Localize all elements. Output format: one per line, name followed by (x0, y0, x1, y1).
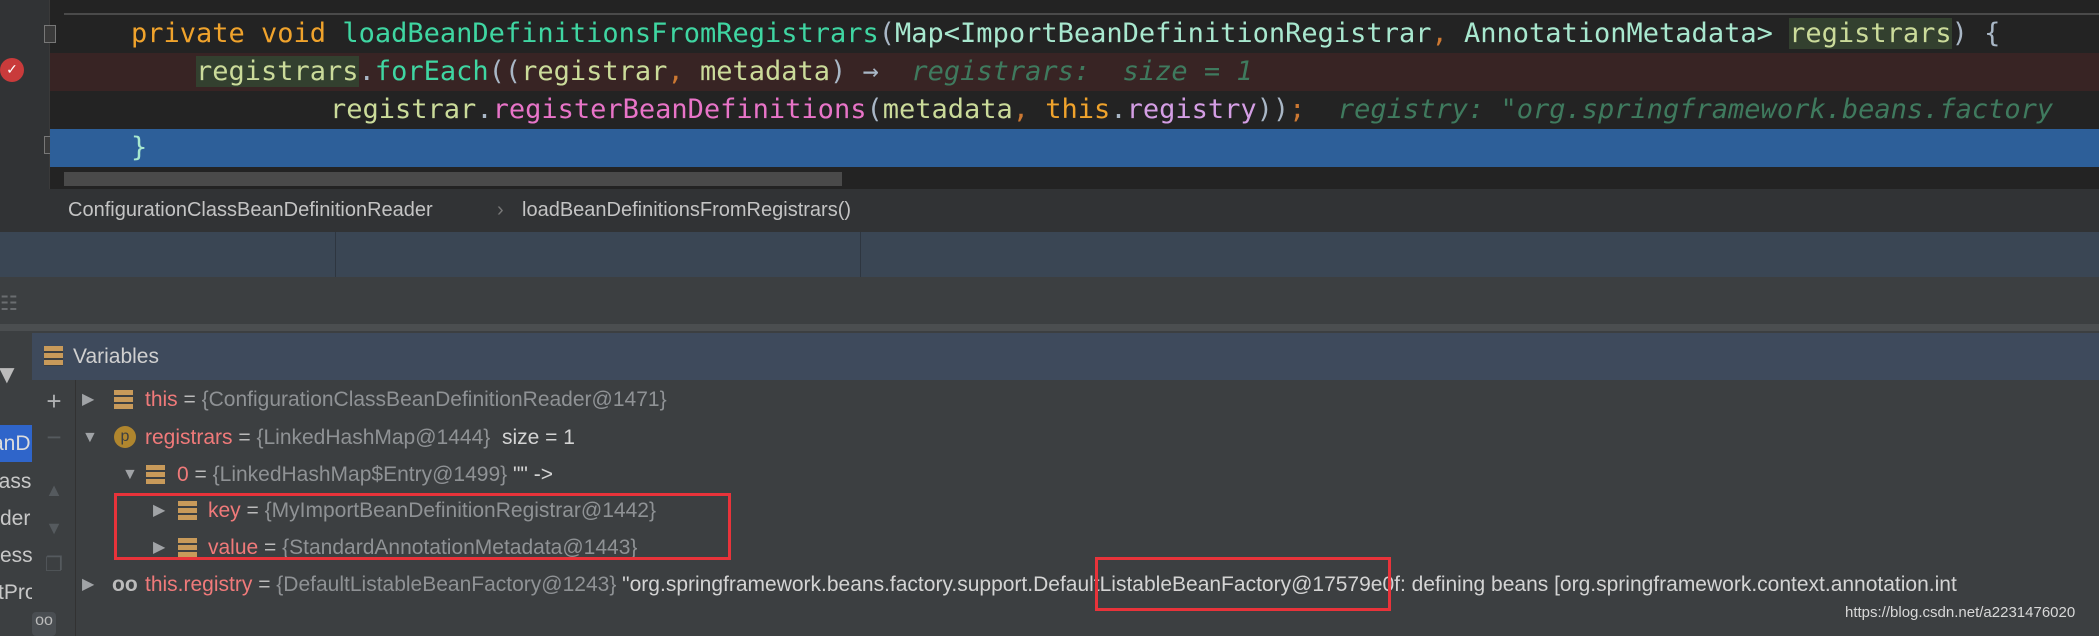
frame-item[interactable]: ess (0, 537, 32, 574)
horizontal-scrollbar[interactable] (64, 172, 842, 186)
expand-arrow-icon[interactable]: ▶ (82, 566, 94, 603)
variable-row-this-registry[interactable]: ▶ oo this.registry = {DefaultListableBea… (78, 566, 2099, 603)
layout-icon[interactable]: ☷ (0, 291, 18, 316)
divider (335, 232, 336, 277)
field-icon (114, 390, 133, 410)
breadcrumb-class[interactable]: ConfigurationClassBeanDefinitionReader (68, 189, 433, 232)
debug-toolbar: ☷ (0, 277, 2099, 324)
collapse-arrow-icon[interactable]: ▼ (122, 456, 138, 493)
infinity-icon[interactable]: oo (32, 612, 56, 636)
field-icon (146, 465, 165, 485)
breadcrumb-separator: › (497, 199, 504, 221)
frames-list[interactable]: ▼ anD lass der ess tPro (0, 331, 32, 636)
highlight-box-key-value (114, 493, 731, 560)
add-watch-icon[interactable]: + (32, 386, 76, 417)
copy-icon[interactable]: ❐ (32, 552, 76, 577)
code-line-1: private void loadBeanDefinitionsFromRegi… (131, 18, 2001, 49)
breadcrumb: ConfigurationClassBeanDefinitionReader ›… (0, 189, 2099, 232)
filter-icon[interactable]: ▼ (0, 359, 20, 390)
move-down-icon[interactable]: ▼ (32, 518, 76, 539)
code-editor[interactable]: ✓ 💡 private void loadBeanDefinitionsFrom… (0, 0, 2099, 189)
frame-item[interactable]: der (0, 500, 30, 537)
debug-tab-bar (0, 232, 2099, 277)
divider (0, 324, 2099, 331)
remove-watch-icon[interactable]: − (32, 422, 76, 453)
frame-item[interactable]: tPro (0, 574, 32, 611)
inline-value-hint: registrars: size = 1 (911, 56, 1253, 87)
frame-item-selected[interactable]: anD (0, 425, 32, 462)
frame-item[interactable]: lass (0, 463, 31, 500)
divider (860, 232, 861, 277)
breadcrumb-method[interactable]: loadBeanDefinitionsFromRegistrars() (522, 189, 851, 232)
variables-title: Variables (73, 345, 159, 368)
highlight-box-bean-factory (1095, 557, 1391, 611)
watch-infinity-icon: oo (112, 573, 138, 596)
editor-gutter[interactable] (0, 0, 50, 189)
move-up-icon[interactable]: ▲ (32, 480, 76, 501)
code-line-2: registrars.forEach((registrar, metadata)… (50, 53, 2099, 91)
collapse-arrow-icon[interactable]: ▼ (82, 419, 98, 456)
variables-header: Variables (32, 333, 2099, 380)
breakpoint-icon[interactable]: ✓ (0, 58, 24, 82)
code-line-4-current: } (50, 129, 2099, 167)
code-line-3: registrar.registerBeanDefinitions(metada… (330, 94, 2054, 125)
variables-icon (44, 346, 63, 366)
watermark: https://blog.csdn.net/a2231476020 (1845, 604, 2076, 621)
inline-value-hint: registry: "org.springframework.beans.fac… (1337, 94, 2054, 125)
expand-arrow-icon[interactable]: ▶ (82, 381, 94, 418)
variables-toolbar: + − ▲ ▼ ❐ oo (32, 380, 76, 636)
parameter-icon: p (114, 426, 136, 448)
